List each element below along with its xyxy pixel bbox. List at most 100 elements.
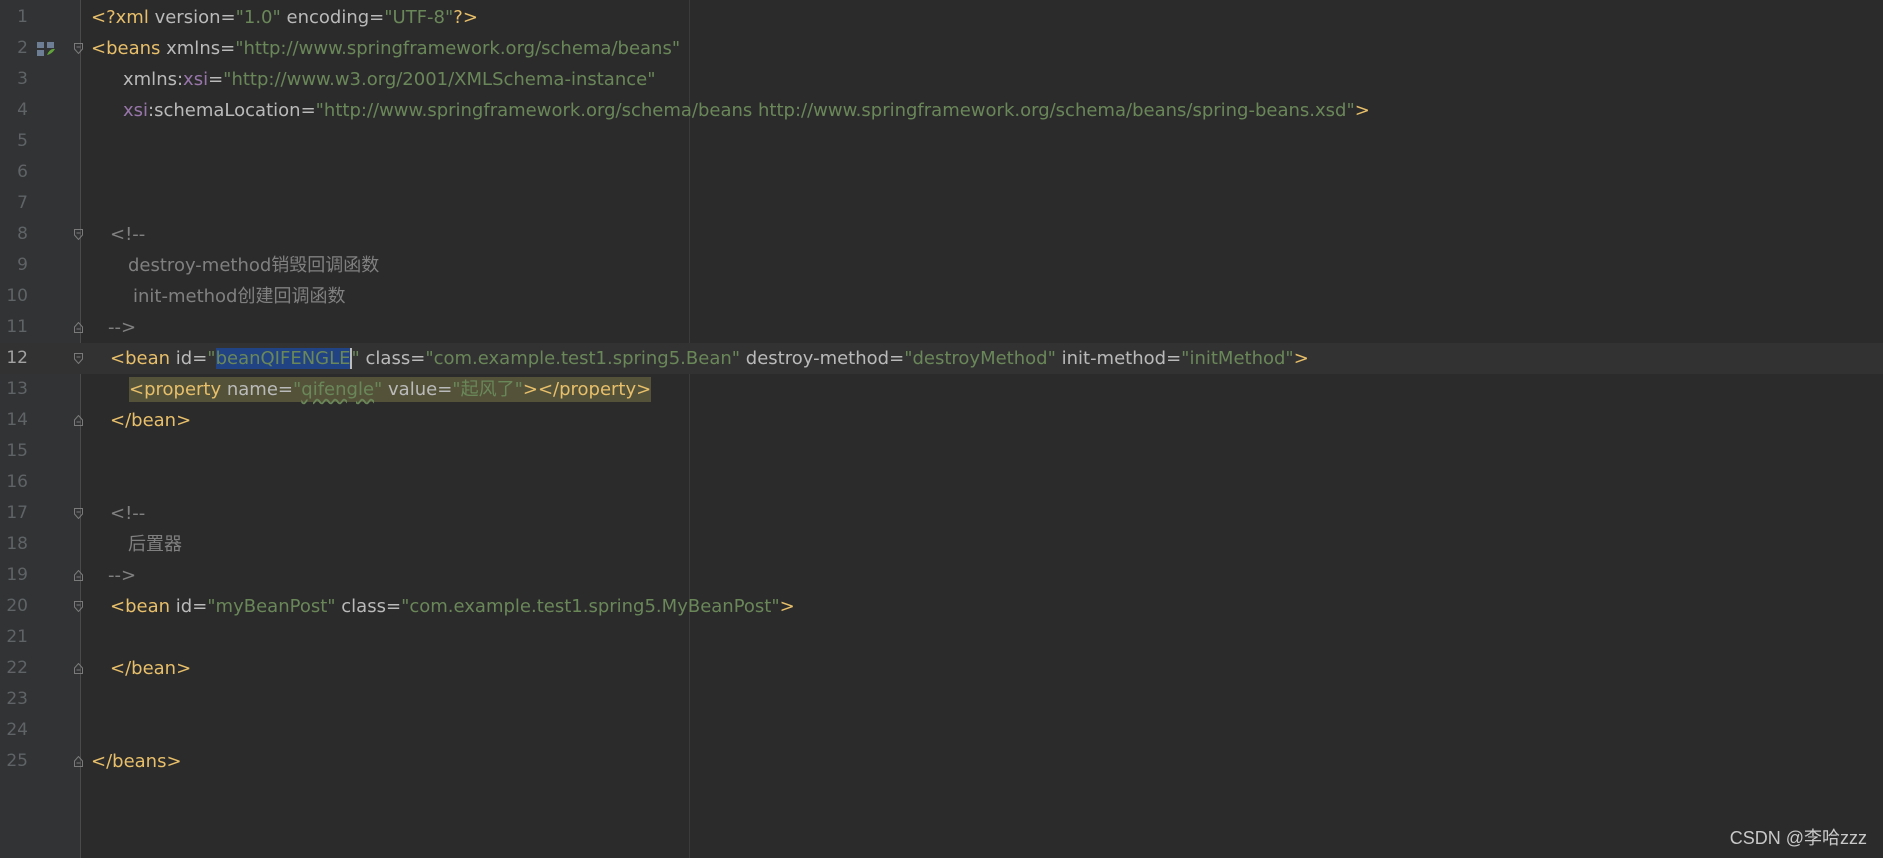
line-number[interactable]: 4	[0, 95, 28, 126]
code-token: =	[385, 596, 402, 617]
code-line[interactable]: 17 <!--	[0, 498, 1883, 529]
code-token: </bean>	[110, 658, 192, 679]
line-number[interactable]: 19	[0, 560, 28, 591]
code-line[interactable]: 5	[0, 126, 1883, 157]
line-number[interactable]: 23	[0, 684, 28, 715]
line-number[interactable]: 14	[0, 405, 28, 436]
code-text[interactable]: <property name="qifengle" value="起风了"></…	[129, 374, 652, 405]
code-text[interactable]: </bean>	[110, 653, 191, 684]
code-token: <!--	[110, 224, 146, 245]
line-number[interactable]: 3	[0, 64, 28, 95]
code-token: =	[369, 7, 385, 28]
fold-open-icon[interactable]	[74, 229, 83, 240]
line-number[interactable]: 18	[0, 529, 28, 560]
code-token: =	[220, 38, 236, 59]
line-number[interactable]: 7	[0, 188, 28, 219]
line-number[interactable]: 17	[0, 498, 28, 529]
code-token: class	[335, 596, 386, 617]
code-line[interactable]: 21	[0, 622, 1883, 653]
line-number[interactable]: 21	[0, 622, 28, 653]
code-line[interactable]: 9 destroy-method销毁回调函数	[0, 250, 1883, 281]
code-line[interactable]: 20 <bean id="myBeanPost" class="com.examp…	[0, 591, 1883, 622]
line-number[interactable]: 22	[0, 653, 28, 684]
line-number[interactable]: 6	[0, 157, 28, 188]
line-number[interactable]: 8	[0, 219, 28, 250]
fold-open-icon[interactable]	[74, 43, 83, 54]
code-token: <property	[129, 377, 227, 402]
code-line[interactable]: 14 </bean>	[0, 405, 1883, 436]
code-editor[interactable]: 1 <?xml version="1.0" encoding="UTF-8"?> 2…	[0, 0, 1883, 858]
code-token: ></property>	[522, 377, 652, 402]
fold-end-icon[interactable]	[74, 322, 83, 333]
fold-end-icon[interactable]	[74, 663, 83, 674]
code-line[interactable]: 23	[0, 684, 1883, 715]
code-line[interactable]: 18 后置器	[0, 529, 1883, 560]
fold-open-icon[interactable]	[74, 353, 83, 364]
fold-end-icon[interactable]	[74, 570, 83, 581]
code-token: 后置器	[128, 534, 182, 555]
code-token: qifengle	[301, 377, 375, 402]
code-line[interactable]: 11 -->	[0, 312, 1883, 343]
code-text[interactable]: </beans>	[91, 746, 182, 777]
code-line[interactable]: 7	[0, 188, 1883, 219]
code-token: value	[382, 377, 438, 402]
fold-end-icon[interactable]	[74, 415, 83, 426]
code-line[interactable]: 1 <?xml version="1.0" encoding="UTF-8"?>	[0, 2, 1883, 33]
line-number[interactable]: 15	[0, 436, 28, 467]
code-text[interactable]: xsi:schemaLocation="http://www.springfra…	[123, 95, 1370, 126]
fold-open-icon[interactable]	[74, 601, 83, 612]
code-text[interactable]: </bean>	[110, 405, 191, 436]
code-text[interactable]: -->	[108, 312, 136, 343]
line-number[interactable]: 24	[0, 715, 28, 746]
watermark: CSDN @李哈zzz	[1729, 828, 1867, 848]
line-number[interactable]: 5	[0, 126, 28, 157]
code-text[interactable]: xmlns:xsi="http://www.w3.org/2001/XMLSch…	[123, 64, 655, 95]
code-text[interactable]: 后置器	[128, 529, 182, 560]
code-text[interactable]: -->	[108, 560, 136, 591]
code-line[interactable]: 6	[0, 157, 1883, 188]
code-token: id	[175, 348, 193, 369]
code-token: destroy-method	[740, 348, 890, 369]
code-text[interactable]: <?xml version="1.0" encoding="UTF-8"?>	[91, 2, 478, 33]
code-text[interactable]: init-method创建回调函数	[133, 281, 345, 312]
code-token: "http://www.springframework.org/schema/b…	[315, 100, 1355, 121]
code-line[interactable]: 4 xsi:schemaLocation="http://www.springfr…	[0, 95, 1883, 126]
line-number[interactable]: 25	[0, 746, 28, 777]
code-token: =	[1166, 348, 1182, 369]
fold-open-icon[interactable]	[74, 508, 83, 519]
line-number[interactable]: 10	[0, 281, 28, 312]
code-text[interactable]: <bean id="myBeanPost" class="com.example…	[110, 591, 795, 622]
line-number[interactable]: 2	[0, 33, 28, 64]
code-line[interactable]: 15	[0, 436, 1883, 467]
code-text[interactable]: destroy-method销毁回调函数	[128, 250, 379, 281]
line-number[interactable]: 1	[0, 2, 28, 33]
fold-end-icon[interactable]	[74, 756, 83, 767]
code-line[interactable]: 24	[0, 715, 1883, 746]
code-line[interactable]: 16	[0, 467, 1883, 498]
code-token: "UTF-8"	[384, 7, 454, 28]
code-line[interactable]: 22 </bean>	[0, 653, 1883, 684]
line-number[interactable]: 13	[0, 374, 28, 405]
line-number[interactable]: 20	[0, 591, 28, 622]
code-token: =	[437, 377, 453, 402]
code-text[interactable]: <!--	[110, 498, 145, 529]
line-number[interactable]: 9	[0, 250, 28, 281]
code-text[interactable]: <!--	[110, 219, 145, 250]
code-line[interactable]: 12 <bean id="beanQIFENGLE" class="com.exa…	[0, 343, 1883, 374]
code-text[interactable]: <bean id="beanQIFENGLE" class="com.examp…	[110, 343, 1309, 374]
line-number[interactable]: 16	[0, 467, 28, 498]
code-text[interactable]: <beans xmlns="http://www.springframework…	[91, 33, 680, 64]
code-line[interactable]: 2 <beans xmlns="http://www.springframewor…	[0, 33, 1883, 64]
code-token: "destroyMethod"	[904, 348, 1056, 369]
line-number[interactable]: 11	[0, 312, 28, 343]
code-line[interactable]: 19 -->	[0, 560, 1883, 591]
code-line[interactable]: 13 <property name="qifengle" value="起风了">…	[0, 374, 1883, 405]
code-line[interactable]: 8 <!--	[0, 219, 1883, 250]
code-line[interactable]: 10 init-method创建回调函数	[0, 281, 1883, 312]
code-token: encoding	[280, 7, 370, 28]
spring-bean-config-icon[interactable]	[36, 40, 56, 58]
line-number[interactable]: 12	[0, 343, 28, 374]
code-line[interactable]: 25 </beans>	[0, 746, 1883, 777]
code-line[interactable]: 3 xmlns:xsi="http://www.w3.org/2001/XMLSc…	[0, 64, 1883, 95]
code-token: =	[208, 69, 224, 90]
